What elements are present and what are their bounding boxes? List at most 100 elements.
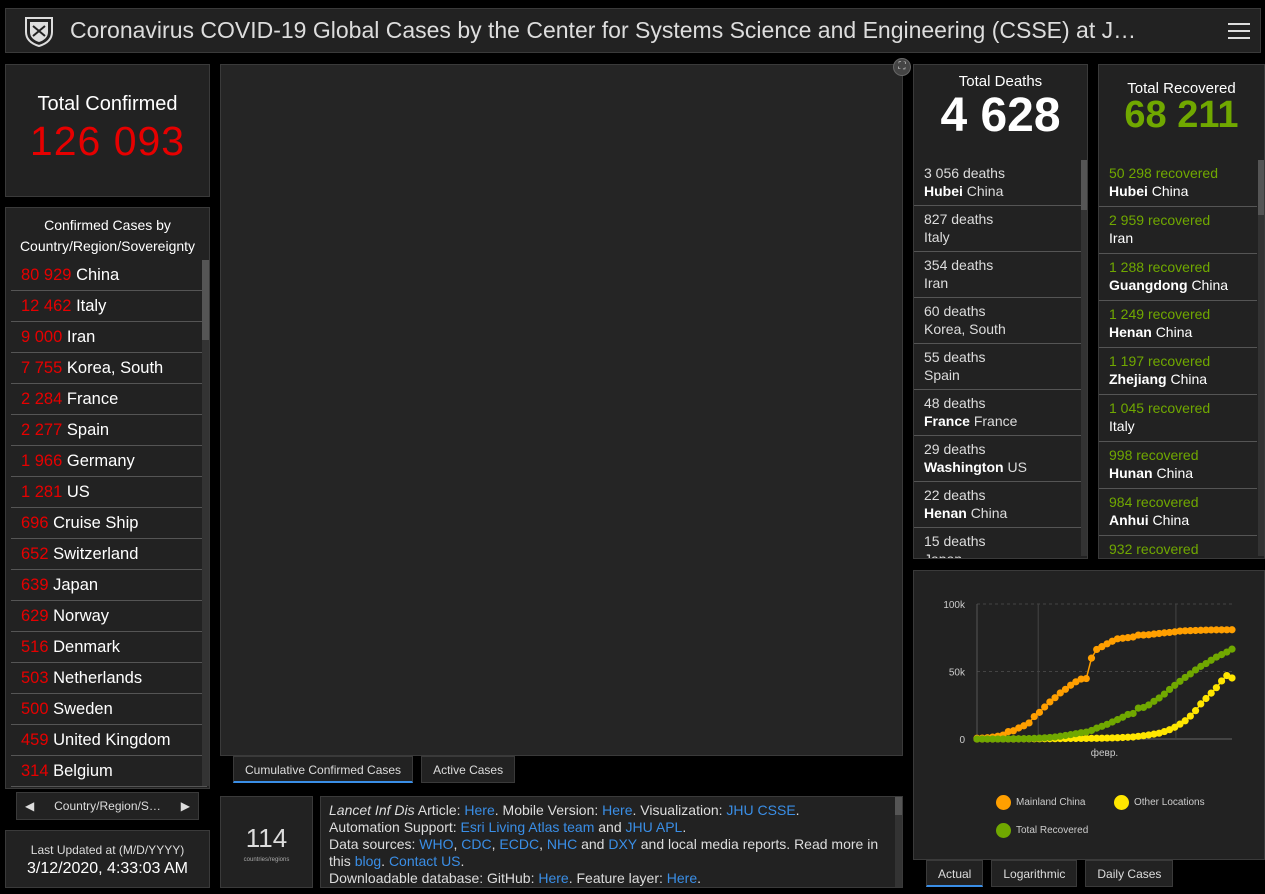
deaths-list-item[interactable]: 48 deaths France France	[914, 390, 1081, 436]
country-list-item[interactable]: 1 966 Germany	[11, 446, 207, 477]
recovered-list-item[interactable]: 998 recovered Hunan China	[1099, 442, 1257, 489]
country-list-item[interactable]: 503 Netherlands	[11, 663, 207, 694]
data-point-total-recovered[interactable]	[1129, 709, 1137, 718]
deaths-list-item[interactable]: 827 deaths Italy	[914, 206, 1081, 252]
data-point-other-locations[interactable]	[1186, 712, 1194, 720]
data-point-other-locations[interactable]	[1207, 689, 1215, 697]
info-text: . Mobile Version:	[494, 802, 603, 818]
tab-actual[interactable]: Actual	[926, 860, 984, 887]
country-list-item[interactable]: 652 Switzerland	[11, 539, 207, 570]
recovered-list-item[interactable]: 2 959 recovered Iran	[1099, 207, 1257, 254]
country-list-item[interactable]: 2 277 Spain	[11, 415, 207, 446]
who-link[interactable]: WHO	[419, 836, 453, 852]
expand-icon[interactable]: ⛶	[893, 58, 911, 76]
recovered-list-item[interactable]: 1 288 recovered Guangdong China	[1099, 254, 1257, 301]
data-point-other-locations[interactable]	[1212, 684, 1220, 692]
recovered-list-item[interactable]: 984 recovered Anhui China	[1099, 489, 1257, 536]
country-name: Norway	[53, 607, 110, 625]
country-case-count: 2 277	[21, 421, 63, 439]
country-list-item[interactable]: 500 Sweden	[11, 694, 207, 725]
country-name: Iran	[66, 328, 96, 346]
country-list-item[interactable]: 7 755 Korea, South	[11, 353, 207, 384]
tab-cumulative-confirmed[interactable]: Cumulative Confirmed Cases	[233, 756, 414, 783]
country-list-scroll-thumb[interactable]	[202, 260, 209, 340]
deaths-list-item[interactable]: 3 056 deaths Hubei China	[914, 160, 1081, 206]
country-list-item[interactable]: 1 281 US	[11, 477, 207, 508]
deaths-list-item[interactable]: 22 deaths Henan China	[914, 482, 1081, 528]
recovered-list-item[interactable]: 932 recovered	[1099, 536, 1257, 558]
country-list-item[interactable]: 12 462 Italy	[11, 291, 207, 322]
nhc-link[interactable]: NHC	[547, 836, 577, 852]
tab-daily-cases[interactable]: Daily Cases	[1085, 860, 1174, 887]
deaths-list-item[interactable]: 29 deaths Washington US	[914, 436, 1081, 482]
data-point-other-locations[interactable]	[1228, 674, 1236, 682]
country-list-item[interactable]: 696 Cruise Ship	[11, 508, 207, 539]
data-point-other-locations[interactable]	[1197, 700, 1205, 708]
total-confirmed-label: Total Confirmed	[37, 93, 178, 115]
deaths-scrollbar[interactable]	[1081, 160, 1087, 556]
dxy-link[interactable]: DXY	[608, 836, 637, 852]
deaths-scroll-thumb[interactable]	[1081, 160, 1087, 210]
country-name: Belgium	[53, 762, 113, 780]
death-count: 60	[924, 303, 940, 319]
jhu-apl-link[interactable]: JHU APL	[626, 819, 683, 835]
data-point-mainland-china[interactable]	[1041, 703, 1049, 711]
data-point-other-locations[interactable]	[1191, 707, 1200, 715]
deaths-list-item[interactable]: 15 deaths Japan	[914, 528, 1081, 559]
hamburger-menu-icon[interactable]	[1228, 20, 1250, 40]
recovered-list-item[interactable]: 50 298 recovered Hubei China	[1099, 160, 1257, 207]
tab-active-cases[interactable]: Active Cases	[421, 756, 516, 783]
recovered-scroll-thumb[interactable]	[1258, 160, 1264, 215]
chevron-right-icon[interactable]: ▶	[181, 799, 190, 813]
recovered-list-item[interactable]: 1 249 recovered Henan China	[1099, 301, 1257, 348]
deaths-list-item[interactable]: 354 deaths Iran	[914, 252, 1081, 298]
deaths-list-item[interactable]: 55 deaths Spain	[914, 344, 1081, 390]
contact-link[interactable]: Contact US	[389, 853, 461, 869]
data-point-mainland-china[interactable]	[1082, 674, 1090, 683]
map-area[interactable]	[220, 64, 903, 756]
mobile-version-link[interactable]: Here	[602, 802, 632, 818]
data-point-mainland-china[interactable]	[1025, 719, 1033, 727]
country-list-item[interactable]: 639 Japan	[11, 570, 207, 601]
recovered-scrollbar[interactable]	[1258, 160, 1264, 556]
country-list[interactable]: 80 929 China 12 462 Italy 9 000 Iran 7 755 …	[11, 260, 207, 787]
data-point-mainland-china[interactable]	[1087, 654, 1096, 662]
death-count: 55	[924, 349, 940, 365]
info-scroll-thumb[interactable]	[895, 797, 902, 815]
legend-mainland-china[interactable]: Mainland China	[996, 795, 1086, 810]
data-point-mainland-china[interactable]	[1228, 626, 1236, 634]
github-link[interactable]: Here	[538, 870, 568, 886]
tab-logarithmic[interactable]: Logarithmic	[991, 860, 1078, 887]
country-list-item[interactable]: 80 929 China	[11, 260, 207, 291]
cdc-link[interactable]: CDC	[461, 836, 491, 852]
blog-link[interactable]: blog	[355, 853, 381, 869]
esri-link[interactable]: Esri Living Atlas team	[461, 819, 595, 835]
country-list-item[interactable]: 2 284 France	[11, 384, 207, 415]
data-point-total-recovered[interactable]	[1228, 645, 1236, 653]
country-list-item[interactable]: 516 Denmark	[11, 632, 207, 663]
legend-total-recovered[interactable]: Total Recovered	[996, 823, 1088, 838]
chevron-left-icon[interactable]: ◀	[25, 799, 34, 813]
country-list-item[interactable]: 9 000 Iran	[11, 322, 207, 353]
legend-other-locations[interactable]: Other Locations	[1114, 795, 1205, 810]
death-region: Japan	[924, 551, 963, 559]
deaths-list[interactable]: 3 056 deaths Hubei China 827 deaths Italy 3…	[914, 160, 1081, 559]
data-point-other-locations[interactable]	[1202, 694, 1210, 703]
feature-layer-link[interactable]: Here	[667, 870, 697, 886]
data-point-other-locations[interactable]	[1217, 677, 1226, 685]
country-list-item[interactable]: 629 Norway	[11, 601, 207, 632]
ecdc-link[interactable]: ECDC	[499, 836, 539, 852]
death-count: 22	[924, 487, 940, 503]
country-list-item[interactable]: 459 United Kingdom	[11, 725, 207, 756]
jhu-csse-link[interactable]: JHU CSSE	[726, 802, 795, 818]
country-list-item[interactable]: 314 Belgium	[11, 756, 207, 787]
y-tick-label: 0	[959, 735, 965, 746]
deaths-list-item[interactable]: 60 deaths Korea, South	[914, 298, 1081, 344]
info-text: . Visualization:	[632, 802, 727, 818]
recovered-list-item[interactable]: 1 197 recovered Zhejiang China	[1099, 348, 1257, 395]
recovered-list[interactable]: 50 298 recovered Hubei China 2 959 recover…	[1099, 160, 1257, 558]
data-point-mainland-china[interactable]	[1035, 708, 1044, 716]
recovered-list-item[interactable]: 1 045 recovered Italy	[1099, 395, 1257, 442]
recovered-place: Anhui	[1109, 512, 1149, 528]
article-link[interactable]: Here	[464, 802, 494, 818]
